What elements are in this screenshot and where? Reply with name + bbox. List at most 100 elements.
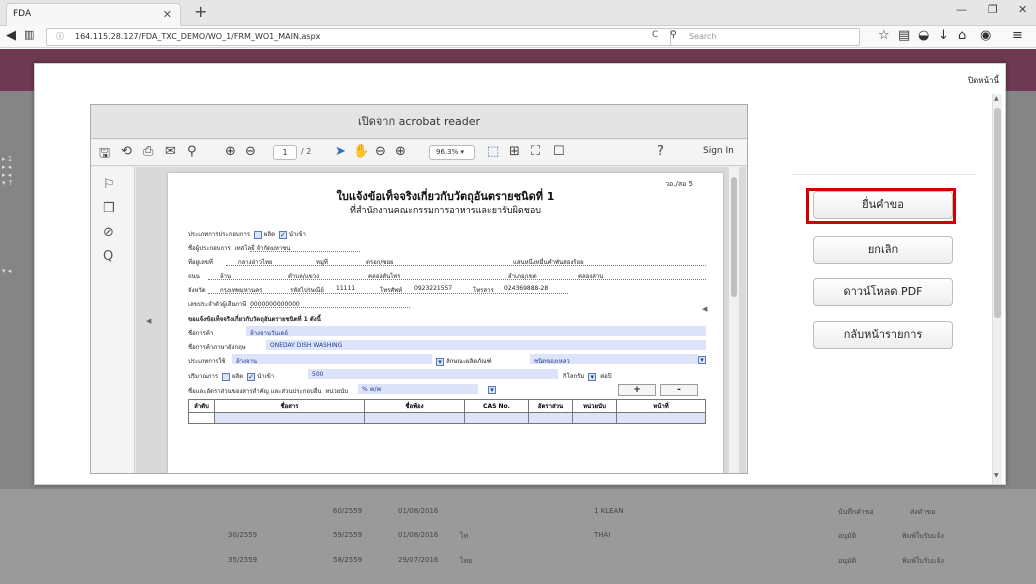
browser-tab[interactable]: FDA ✕ xyxy=(6,3,181,26)
substance-input[interactable] xyxy=(214,412,365,424)
pages-icon[interactable]: ❒ xyxy=(103,201,115,216)
produce-label: ผลิต xyxy=(263,231,275,238)
close-page-link[interactable]: ปิดหน้านี้ xyxy=(968,74,999,87)
business-type-label: ประเภทการประกอบการ xyxy=(188,231,250,238)
cas-input[interactable] xyxy=(464,412,529,424)
modal-scrollbar[interactable]: ▲ ▼ xyxy=(992,94,1002,484)
th-synonym: ชื่อพ้อง xyxy=(364,399,465,413)
table-header-row: ลำดับ ชื่อสาร ชื่อพ้อง CAS No. อัตราส่วน… xyxy=(188,399,706,413)
th-unit: หน่วยนับ xyxy=(572,399,617,413)
download-icon[interactable]: ↓ xyxy=(938,28,949,43)
page-number-input[interactable]: 1 xyxy=(273,145,297,160)
fit-width-icon[interactable]: ⊞ xyxy=(509,144,520,159)
remove-row-button[interactable]: - xyxy=(660,384,698,396)
ratio-input[interactable] xyxy=(528,412,573,424)
unit-label: หน่วยนับ xyxy=(325,388,349,395)
sidebar-search-icon[interactable]: Q xyxy=(103,249,113,264)
email-icon[interactable]: ✉ xyxy=(165,144,176,159)
restore-icon[interactable]: ❐ xyxy=(988,3,998,16)
zoom-value: 96.3% xyxy=(436,148,459,156)
new-tab-icon[interactable]: + xyxy=(194,2,207,21)
function-input[interactable] xyxy=(616,412,706,424)
menu-icon[interactable]: ≡ xyxy=(1012,28,1023,43)
find-icon[interactable]: ⚲ xyxy=(187,144,197,159)
search-input[interactable]: Search xyxy=(670,28,860,46)
import-label: นำเข้า xyxy=(288,231,306,238)
bookmarks-icon[interactable]: ⚐ xyxy=(103,177,115,192)
back-to-list-button[interactable]: กลับหน้ารายการ xyxy=(813,321,953,349)
url-text: 164.115.28.127/FDA_TXC_DEMO/WO_1/FRM_WO1… xyxy=(75,32,321,41)
usage-dropdown-icon[interactable]: ▾ xyxy=(436,357,444,366)
per-label: ต่อปี xyxy=(600,373,612,380)
bg-cell: อนุมัติ xyxy=(838,532,857,540)
minimize-icon[interactable]: — xyxy=(956,3,967,16)
bg-cell: THAI xyxy=(594,531,611,539)
scroll-down-icon[interactable]: ▼ xyxy=(994,472,999,479)
save-icon[interactable]: 🖫 xyxy=(99,144,110,166)
qty-produce-label: ผลิต xyxy=(232,373,244,380)
trade-name-label: ชื่อการค้า xyxy=(188,330,214,337)
bg-cell: 1 KLEAN xyxy=(594,507,624,515)
hand-tool-icon[interactable]: ✋ xyxy=(353,144,369,159)
print-icon[interactable]: ⎙ xyxy=(143,144,153,159)
page-down-icon[interactable]: ⊖ xyxy=(245,144,256,159)
select-cursor-icon[interactable]: ➤ xyxy=(335,144,346,159)
qty-produce-checkbox[interactable] xyxy=(222,372,231,381)
section-heading: ขอแจ้งข้อเท็จจริงเกี่ยวกับวัตถุอันตรายชน… xyxy=(188,316,321,323)
zoom-out-icon[interactable]: ⊖ xyxy=(375,144,386,159)
unit-dropdown-icon[interactable]: ▾ xyxy=(588,372,597,381)
sign-in-link[interactable]: Sign In xyxy=(703,146,734,156)
reload-icon[interactable]: C xyxy=(652,30,658,40)
info-icon[interactable]: ⓘ xyxy=(56,31,64,42)
download-pdf-button[interactable]: ดาวน์โหลด PDF xyxy=(813,278,953,306)
unit-select-value: % w/w xyxy=(362,386,382,393)
cancel-button[interactable]: ยกเลิก xyxy=(813,236,953,264)
quantity-field[interactable] xyxy=(308,369,558,379)
prev-page-arrow-icon[interactable]: ◀ xyxy=(146,317,151,325)
bg-cell: ไทย xyxy=(460,557,473,565)
bookmark-star-icon[interactable]: ☆ xyxy=(878,28,890,43)
modal-scroll-thumb[interactable] xyxy=(994,108,1001,318)
pdf-scroll-thumb[interactable] xyxy=(731,177,737,297)
quantity-label: ปริมาณการ xyxy=(188,373,219,380)
sidebar-icon[interactable]: ▥ xyxy=(24,28,34,41)
trade-name-field[interactable] xyxy=(246,326,706,336)
bg-cell: 35/2559 xyxy=(228,556,258,564)
attachment-icon[interactable]: ⊘ xyxy=(103,225,114,240)
unit-select-dropdown-icon[interactable]: ▾ xyxy=(488,386,496,394)
pocket-icon[interactable]: ◒ xyxy=(918,28,929,43)
synonym-input[interactable] xyxy=(364,412,465,424)
next-page-arrow-icon[interactable]: ◀ xyxy=(702,305,707,313)
reading-list-icon[interactable]: ▤ xyxy=(898,28,910,43)
back-icon[interactable]: ◀ xyxy=(6,28,16,43)
add-row-button[interactable]: + xyxy=(618,384,656,396)
bg-cell: 60/2559 xyxy=(333,507,363,515)
produce-checkbox[interactable] xyxy=(253,230,262,239)
zoom-in-icon[interactable]: ⊕ xyxy=(395,144,406,159)
import-checkbox[interactable]: ✓ xyxy=(278,230,287,239)
page-up-icon[interactable]: ⊕ xyxy=(225,144,236,159)
url-bar[interactable]: 164.115.28.127/FDA_TXC_DEMO/WO_1/FRM_WO1… xyxy=(46,28,696,46)
scroll-up-icon[interactable]: ▲ xyxy=(994,95,999,102)
fullscreen-icon[interactable]: ⛶ xyxy=(531,144,540,159)
bg-link[interactable]: ส่งคำขอ xyxy=(910,507,935,518)
home-icon[interactable]: ⌂ xyxy=(958,28,966,43)
window-close-icon[interactable]: ✕ xyxy=(1018,3,1027,16)
quantity-value: 500 xyxy=(312,371,324,378)
unit-input[interactable] xyxy=(572,412,617,424)
qty-import-checkbox[interactable]: ✓ xyxy=(247,372,256,381)
extension-icon[interactable]: ◉ xyxy=(980,28,991,43)
share-icon[interactable]: ⟲ xyxy=(121,144,132,159)
submit-request-button[interactable]: ยื่นคำขอ xyxy=(813,191,953,219)
bg-link[interactable]: พิมพ์ใบรับแจ้ง xyxy=(902,556,944,567)
comment-icon[interactable]: ☐ xyxy=(553,144,565,159)
zoom-select[interactable]: 96.3% ▾ xyxy=(429,145,475,160)
product-char-dropdown-icon[interactable]: ▾ xyxy=(698,356,706,364)
usage-field[interactable] xyxy=(232,354,432,364)
fit-page-icon[interactable]: ⬚ xyxy=(487,144,499,159)
tab-close-icon[interactable]: ✕ xyxy=(163,4,172,25)
help-icon[interactable]: ? xyxy=(657,144,664,159)
pdf-scrollbar[interactable] xyxy=(729,167,739,473)
bg-link[interactable]: พิมพ์ใบรับแจ้ง xyxy=(902,531,944,542)
province-label: จังหวัด xyxy=(188,287,206,294)
